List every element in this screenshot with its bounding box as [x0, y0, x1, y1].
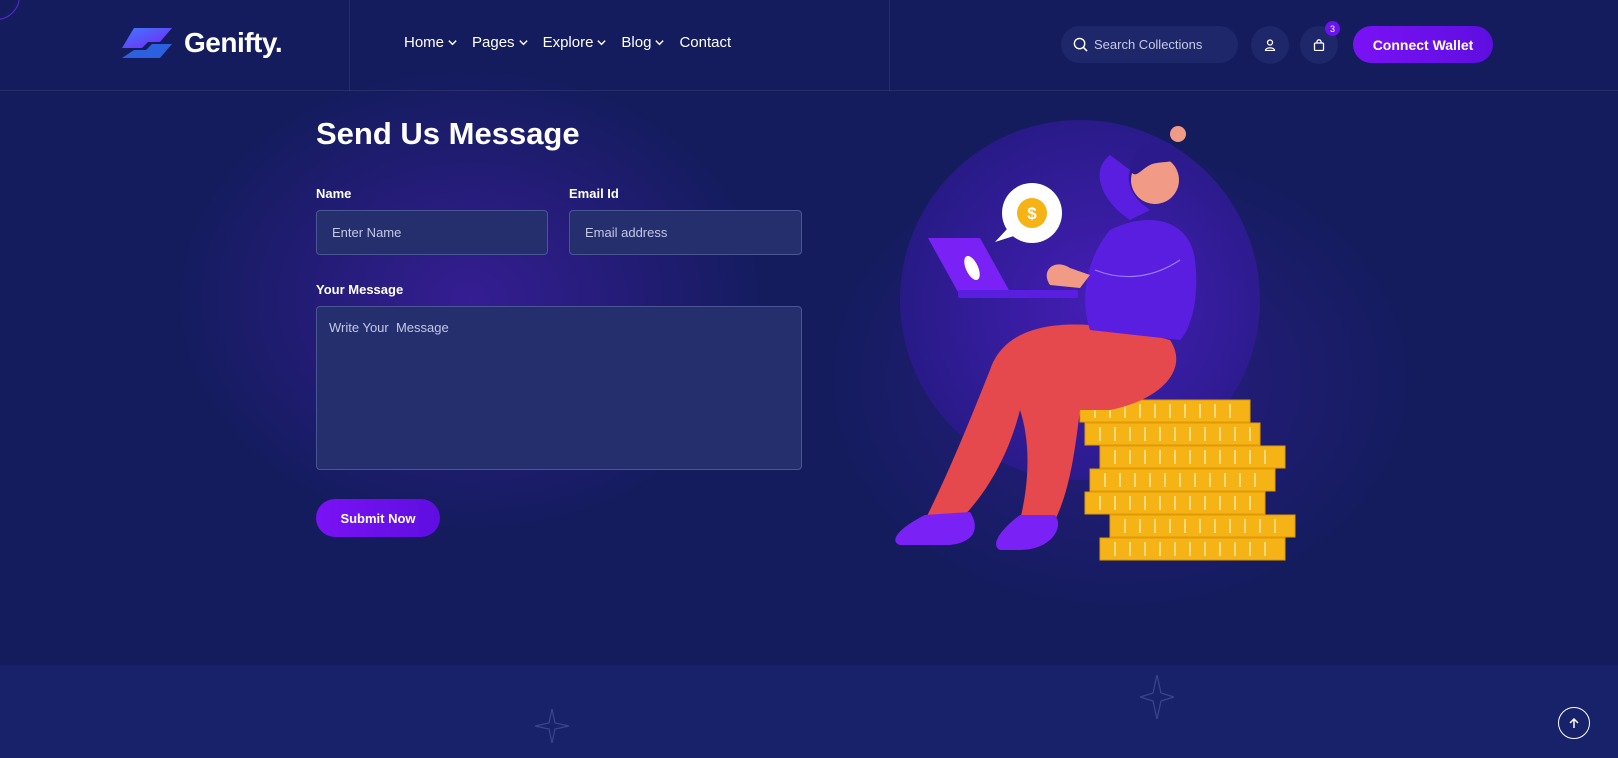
person-on-coins-illustration: $ — [895, 120, 1296, 561]
nav-label: Pages — [472, 34, 515, 51]
name-label: Name — [316, 186, 352, 201]
message-textarea[interactable] — [316, 306, 802, 470]
cart-count-badge: 3 — [1325, 21, 1340, 36]
search-input[interactable] — [1094, 37, 1234, 52]
scroll-to-top-button[interactable] — [1558, 707, 1590, 739]
divider — [349, 0, 350, 91]
user-button[interactable] — [1251, 26, 1289, 64]
nav-label: Home — [404, 34, 445, 51]
logo-icon — [122, 28, 172, 58]
footer-section — [0, 665, 1618, 758]
nav-item-blog[interactable]: Blog — [621, 34, 665, 51]
search-box — [1061, 26, 1238, 63]
search-icon — [1073, 37, 1088, 52]
nav-label: Contact — [679, 34, 732, 51]
chevron-down-icon — [597, 40, 607, 46]
connect-wallet-button[interactable]: Connect Wallet — [1353, 26, 1493, 63]
email-input[interactable] — [569, 210, 802, 255]
svg-text:$: $ — [1027, 204, 1037, 223]
sparkle-icon — [535, 709, 569, 743]
form-title: Send Us Message — [316, 116, 580, 151]
sparkle-icon — [1140, 675, 1174, 719]
nav-label: Blog — [621, 34, 652, 51]
nav-item-explore[interactable]: Explore — [543, 34, 608, 51]
nav-item-pages[interactable]: Pages — [472, 34, 529, 51]
nav-label: Explore — [542, 34, 594, 51]
nav-item-contact[interactable]: Contact — [679, 34, 731, 51]
name-input[interactable] — [316, 210, 548, 255]
main-nav: Home Pages Explore Blog Contact — [404, 34, 731, 51]
user-icon — [1264, 39, 1276, 51]
arrow-up-icon — [1569, 717, 1579, 728]
page-background — [0, 0, 1618, 665]
submit-button[interactable]: Submit Now — [316, 499, 440, 537]
coin-stack — [1079, 399, 1296, 561]
email-label: Email Id — [569, 186, 619, 201]
nav-item-home[interactable]: Home — [404, 34, 458, 51]
chevron-down-icon — [518, 40, 528, 46]
decorative-circle — [0, 0, 20, 20]
site-header: Genifty. Home Pages Explore Blog Contact — [0, 0, 1618, 91]
cart-button[interactable]: 3 — [1300, 21, 1340, 64]
divider — [889, 0, 890, 91]
chevron-down-icon — [448, 40, 457, 46]
message-label: Your Message — [316, 282, 404, 297]
brand-name: Genifty. — [184, 27, 283, 58]
bag-icon — [1313, 39, 1325, 51]
logo[interactable]: Genifty. — [120, 26, 283, 60]
chevron-down-icon — [655, 40, 665, 46]
